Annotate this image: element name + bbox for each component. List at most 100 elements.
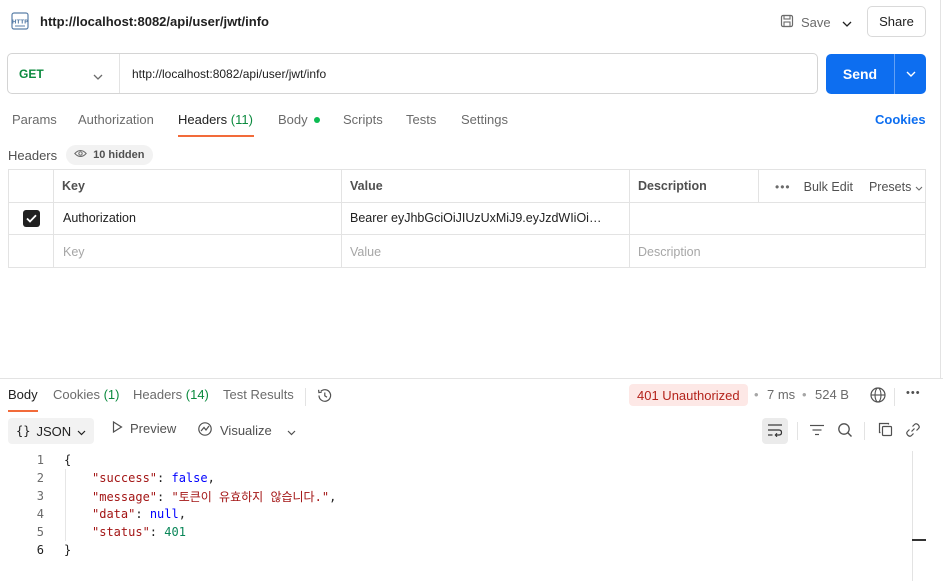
filter-button[interactable] bbox=[804, 418, 830, 444]
checkbox-column-header bbox=[9, 170, 54, 202]
tab-body[interactable]: Body bbox=[278, 112, 320, 127]
separator-dot: • bbox=[754, 387, 759, 402]
visualize-options-button[interactable] bbox=[278, 418, 304, 444]
line-number: 6 bbox=[36, 543, 44, 557]
new-description-field[interactable]: Description bbox=[630, 235, 925, 268]
active-response-tab-indicator bbox=[8, 410, 38, 412]
table-row: Authorization Bearer eyJhbGciOiJIUzUxMiJ… bbox=[9, 202, 925, 235]
code-line: 4 "data": null, bbox=[0, 505, 912, 523]
save-label: Save bbox=[801, 14, 831, 30]
response-tab-cookies[interactable]: Cookies (1) bbox=[53, 387, 119, 402]
header-enabled-checkbox[interactable] bbox=[22, 209, 40, 227]
code-line: 5 "status": 401 bbox=[0, 523, 912, 541]
json-key: "status" bbox=[92, 525, 150, 539]
send-button[interactable]: Send bbox=[826, 54, 926, 94]
code-text: "data": null, bbox=[92, 507, 186, 521]
svg-text:HTTP: HTTP bbox=[12, 20, 28, 26]
wrap-lines-button[interactable] bbox=[762, 418, 788, 444]
line-number: 2 bbox=[36, 471, 44, 485]
tab-tests[interactable]: Tests bbox=[406, 112, 436, 127]
tab-headers[interactable]: Headers (11) bbox=[178, 112, 253, 127]
headers-table: Key Value Description ••• Bulk Edit Pres… bbox=[8, 169, 926, 268]
history-icon[interactable] bbox=[316, 387, 333, 407]
chevron-down-icon bbox=[93, 69, 103, 83]
table-actions: ••• Bulk Edit Presets bbox=[767, 170, 923, 203]
visualize-icon bbox=[197, 421, 213, 440]
header-description-cell[interactable] bbox=[630, 202, 925, 234]
request-header-bar: HTTP http://localhost:8082/api/user/jwt/… bbox=[0, 0, 943, 44]
tab-headers-count: (11) bbox=[230, 112, 253, 127]
preview-button[interactable]: Preview bbox=[112, 420, 177, 436]
visualize-button[interactable]: Visualize bbox=[197, 421, 272, 440]
new-key-field[interactable]: Key bbox=[54, 235, 342, 268]
tab-headers-label: Headers bbox=[178, 112, 228, 127]
tab-params[interactable]: Params bbox=[12, 112, 57, 127]
line-number: 1 bbox=[36, 453, 44, 467]
copy-button[interactable] bbox=[872, 418, 898, 444]
save-options-button[interactable] bbox=[836, 10, 858, 34]
more-options-icon[interactable]: ••• bbox=[775, 180, 791, 194]
code-line: 6 } bbox=[0, 541, 912, 559]
format-select[interactable]: {} JSON bbox=[8, 418, 94, 444]
send-label: Send bbox=[842, 66, 878, 82]
share-button[interactable]: Share bbox=[867, 6, 926, 37]
method-select[interactable]: GET bbox=[8, 54, 120, 93]
header-value-cell[interactable]: Bearer eyJhbGciOiJIUzUxMiJ9.eyJzdWIiOi… bbox=[342, 202, 630, 234]
row-checkbox-cell bbox=[9, 235, 54, 268]
response-tabs: Body Cookies (1) Headers (14) Test Resul… bbox=[0, 384, 943, 412]
cookies-link[interactable]: Cookies bbox=[875, 112, 926, 127]
status-badge[interactable]: 401 Unauthorized bbox=[629, 384, 748, 406]
body-indicator-dot bbox=[313, 117, 320, 123]
header-key-cell[interactable]: Authorization bbox=[54, 202, 342, 234]
code-text: } bbox=[64, 543, 72, 557]
response-divider[interactable] bbox=[0, 378, 943, 379]
save-button[interactable]: Save bbox=[776, 10, 835, 34]
response-tab-body[interactable]: Body bbox=[8, 387, 38, 402]
request-title[interactable]: http://localhost:8082/api/user/jwt/info bbox=[40, 14, 269, 29]
code-text: "success": false, bbox=[92, 471, 215, 485]
json-key: "success" bbox=[92, 471, 158, 485]
wrap-icon bbox=[767, 423, 783, 440]
link-button[interactable] bbox=[900, 418, 926, 444]
globe-icon[interactable] bbox=[869, 386, 887, 407]
tab-scripts[interactable]: Scripts bbox=[343, 112, 383, 127]
chevron-down-icon bbox=[915, 180, 923, 194]
presets-dropdown[interactable]: Presets bbox=[869, 180, 923, 194]
divider bbox=[894, 388, 895, 406]
bulk-edit-button[interactable]: Bulk Edit bbox=[804, 180, 853, 194]
search-button[interactable] bbox=[832, 418, 858, 444]
request-tabs: Params Authorization Headers (11) Body S… bbox=[0, 110, 943, 138]
send-options-chevron-icon[interactable] bbox=[895, 71, 926, 77]
response-tab-headers[interactable]: Headers (14) bbox=[133, 387, 209, 402]
response-tab-test-results[interactable]: Test Results bbox=[223, 387, 294, 402]
response-headers-label: Headers bbox=[133, 387, 183, 402]
hidden-headers-toggle[interactable]: 10 hidden bbox=[66, 145, 154, 165]
url-input[interactable] bbox=[120, 54, 817, 93]
response-time[interactable]: 7 ms bbox=[767, 387, 795, 402]
preview-label: Preview bbox=[130, 421, 177, 436]
key-column-header: Key bbox=[54, 170, 342, 202]
play-icon bbox=[112, 420, 123, 436]
tab-body-label: Body bbox=[278, 112, 308, 127]
save-icon bbox=[780, 14, 794, 31]
json-value: "토큰이 유효하지 않습니다." bbox=[171, 489, 330, 504]
json-value: false bbox=[171, 471, 208, 485]
table-header-row: Key Value Description ••• Bulk Edit Pres… bbox=[9, 170, 925, 203]
new-value-field[interactable]: Value bbox=[342, 235, 630, 268]
code-line: 1 { bbox=[0, 451, 912, 469]
scrollbar-cursor-marker bbox=[912, 539, 926, 541]
tab-authorization[interactable]: Authorization bbox=[78, 112, 154, 127]
separator-dot: • bbox=[802, 387, 807, 402]
json-value: 401 bbox=[164, 525, 186, 539]
divider bbox=[797, 422, 798, 440]
more-options-icon[interactable]: ••• bbox=[906, 387, 921, 399]
pane-edge bbox=[940, 0, 941, 378]
response-cookies-count: (1) bbox=[103, 387, 120, 402]
response-body-editor[interactable]: 1 { 2 "success": false, 3 "message": "토큰… bbox=[0, 451, 912, 561]
headers-subheader: Headers 10 hidden bbox=[8, 145, 154, 165]
chevron-down-icon bbox=[287, 424, 296, 439]
table-row-empty: Key Value Description bbox=[9, 235, 925, 268]
editor-scrollbar[interactable] bbox=[912, 451, 913, 581]
tab-settings[interactable]: Settings bbox=[461, 112, 508, 127]
response-size[interactable]: 524 B bbox=[815, 387, 849, 402]
